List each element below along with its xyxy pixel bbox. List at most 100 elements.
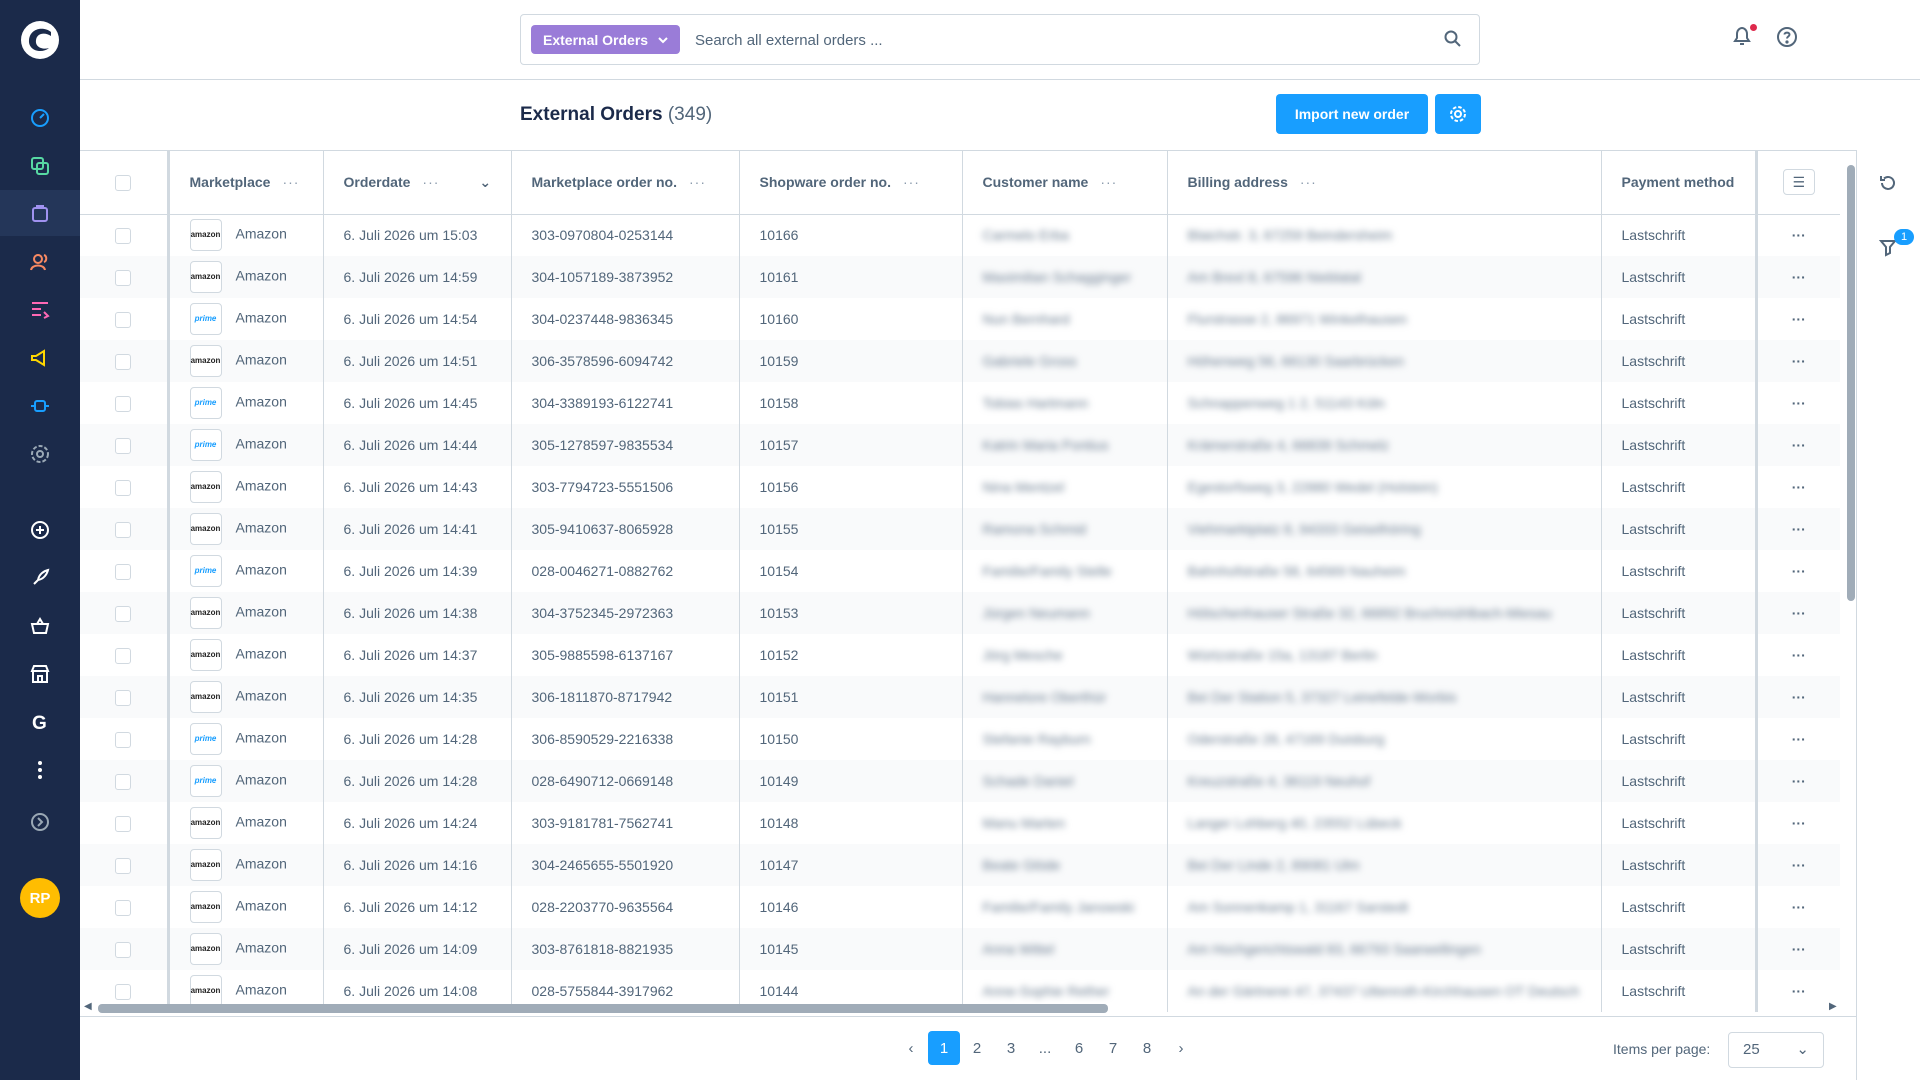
basket-icon[interactable] <box>26 612 54 640</box>
page-button[interactable]: 3 <box>994 1031 1028 1065</box>
col-customer-name[interactable]: Customer name ··· <box>962 151 1168 215</box>
row-checkbox[interactable] <box>80 844 170 886</box>
row-checkbox[interactable] <box>80 382 170 424</box>
page-button[interactable]: 1 <box>928 1031 960 1065</box>
import-new-order-button[interactable]: Import new order <box>1276 94 1428 134</box>
settings-icon[interactable] <box>26 440 54 468</box>
extensions-icon[interactable] <box>26 392 54 420</box>
customers-icon[interactable] <box>26 248 54 276</box>
page-button[interactable]: 7 <box>1096 1031 1130 1065</box>
row-checkbox[interactable] <box>80 424 170 466</box>
avatar[interactable]: RP <box>20 878 60 918</box>
row-checkbox[interactable] <box>80 550 170 592</box>
items-per-page-select[interactable]: 25 ⌄ <box>1728 1032 1824 1068</box>
col-shopware-order-no[interactable]: Shopware order no. ··· <box>739 151 963 215</box>
scroll-left-icon[interactable]: ◀ <box>84 1001 92 1012</box>
store-icon[interactable] <box>26 660 54 688</box>
row-actions-button[interactable]: ··· <box>1754 928 1840 970</box>
row-actions-button[interactable]: ··· <box>1754 634 1840 676</box>
table-row[interactable]: amazon Amazon 6. Juli 2026 um 14:09 303-876… <box>80 928 1840 970</box>
row-actions-button[interactable]: ··· <box>1754 718 1840 760</box>
list-icon[interactable]: ☰ <box>1782 169 1815 196</box>
row-checkbox[interactable] <box>80 928 170 970</box>
table-row[interactable]: amazon Amazon 6. Juli 2026 um 14:43 303-779… <box>80 466 1840 508</box>
dashboard-icon[interactable] <box>26 104 54 132</box>
horizontal-scrollbar[interactable] <box>98 1004 1108 1013</box>
table-row[interactable]: prime Amazon 6. Juli 2026 um 14:28 028-6490… <box>80 760 1840 802</box>
scroll-right-icon[interactable]: ▶ <box>1829 1001 1837 1012</box>
row-actions-button[interactable]: ··· <box>1754 298 1840 340</box>
row-actions-button[interactable]: ··· <box>1754 466 1840 508</box>
table-row[interactable]: prime Amazon 6. Juli 2026 um 14:45 304-3389… <box>80 382 1840 424</box>
expand-sidebar-icon[interactable] <box>26 808 54 836</box>
sort-desc-icon[interactable]: ⌄ <box>479 174 491 190</box>
search-icon[interactable] <box>1443 29 1463 54</box>
orders-nav-active[interactable] <box>0 190 80 236</box>
table-row[interactable]: prime Amazon 6. Juli 2026 um 14:54 304-0237… <box>80 298 1840 340</box>
row-checkbox[interactable] <box>80 466 170 508</box>
col-marketplace[interactable]: Marketplace ··· <box>168 151 324 215</box>
row-actions-button[interactable]: ··· <box>1754 424 1840 466</box>
row-actions-button[interactable]: ··· <box>1754 550 1840 592</box>
col-billing-address[interactable]: Billing address ··· <box>1167 151 1602 215</box>
page-button[interactable]: 6 <box>1062 1031 1096 1065</box>
table-row[interactable]: amazon Amazon 6. Juli 2026 um 15:03 303-097… <box>80 214 1840 256</box>
row-actions-button[interactable]: ··· <box>1754 508 1840 550</box>
add-circle-icon[interactable] <box>26 516 54 544</box>
row-checkbox[interactable] <box>80 760 170 802</box>
col-orderdate[interactable]: Orderdate ··· ⌄ <box>323 151 512 215</box>
row-checkbox[interactable] <box>80 592 170 634</box>
row-actions-button[interactable]: ··· <box>1754 340 1840 382</box>
marketing-icon[interactable] <box>26 344 54 372</box>
table-row[interactable]: amazon Amazon 6. Juli 2026 um 14:35 306-181… <box>80 676 1840 718</box>
search-type-dropdown[interactable]: External Orders <box>531 25 681 54</box>
help-icon[interactable] <box>1775 25 1799 54</box>
row-actions-button[interactable]: ··· <box>1754 676 1840 718</box>
table-row[interactable]: amazon Amazon 6. Juli 2026 um 14:12 028-220… <box>80 886 1840 928</box>
row-actions-button[interactable]: ··· <box>1754 214 1840 256</box>
row-checkbox[interactable] <box>80 634 170 676</box>
row-actions-button[interactable]: ··· <box>1754 760 1840 802</box>
row-checkbox[interactable] <box>80 886 170 928</box>
row-actions-button[interactable]: ··· <box>1754 802 1840 844</box>
row-actions-button[interactable]: ··· <box>1754 256 1840 298</box>
settings-button[interactable] <box>1435 94 1481 134</box>
row-checkbox[interactable] <box>80 298 170 340</box>
refresh-icon[interactable] <box>1878 173 1898 198</box>
prev-page-icon[interactable]: ‹ <box>894 1031 928 1065</box>
row-checkbox[interactable] <box>80 676 170 718</box>
row-checkbox[interactable] <box>80 802 170 844</box>
row-actions-button[interactable]: ··· <box>1754 844 1840 886</box>
table-row[interactable]: amazon Amazon 6. Juli 2026 um 14:51 306-357… <box>80 340 1840 382</box>
next-page-icon[interactable]: › <box>1164 1031 1198 1065</box>
content-icon[interactable] <box>26 296 54 324</box>
vertical-scrollbar[interactable] <box>1847 165 1855 601</box>
table-row[interactable]: amazon Amazon 6. Juli 2026 um 14:37 305-988… <box>80 634 1840 676</box>
select-all-checkbox[interactable] <box>80 151 170 215</box>
page-button[interactable]: 8 <box>1130 1031 1164 1065</box>
table-row[interactable]: amazon Amazon 6. Juli 2026 um 14:59 304-105… <box>80 256 1840 298</box>
table-row[interactable]: amazon Amazon 6. Juli 2026 um 14:41 305-941… <box>80 508 1840 550</box>
row-checkbox[interactable] <box>80 718 170 760</box>
catalogue-icon[interactable] <box>26 152 54 180</box>
column-settings[interactable]: ☰ <box>1754 151 1840 215</box>
row-actions-button[interactable]: ··· <box>1754 592 1840 634</box>
table-row[interactable]: prime Amazon 6. Juli 2026 um 14:44 305-1278… <box>80 424 1840 466</box>
more-vertical-icon[interactable] <box>26 756 54 784</box>
table-row[interactable]: amazon Amazon 6. Juli 2026 um 14:24 303-918… <box>80 802 1840 844</box>
table-row[interactable]: amazon Amazon 6. Juli 2026 um 14:16 304-246… <box>80 844 1840 886</box>
row-checkbox[interactable] <box>80 214 170 256</box>
row-checkbox[interactable] <box>80 256 170 298</box>
row-actions-button[interactable]: ··· <box>1754 970 1840 1012</box>
row-actions-button[interactable]: ··· <box>1754 382 1840 424</box>
table-row[interactable]: amazon Amazon 6. Juli 2026 um 14:38 304-375… <box>80 592 1840 634</box>
row-checkbox[interactable] <box>80 340 170 382</box>
row-actions-button[interactable]: ··· <box>1754 886 1840 928</box>
page-button[interactable]: 2 <box>960 1031 994 1065</box>
row-checkbox[interactable] <box>80 508 170 550</box>
table-row[interactable]: prime Amazon 6. Juli 2026 um 14:28 306-8590… <box>80 718 1840 760</box>
search-input[interactable] <box>695 27 1415 53</box>
shopware-logo[interactable] <box>18 18 62 62</box>
google-icon[interactable]: G <box>26 708 54 736</box>
col-marketplace-order-no[interactable]: Marketplace order no. ··· <box>511 151 740 215</box>
